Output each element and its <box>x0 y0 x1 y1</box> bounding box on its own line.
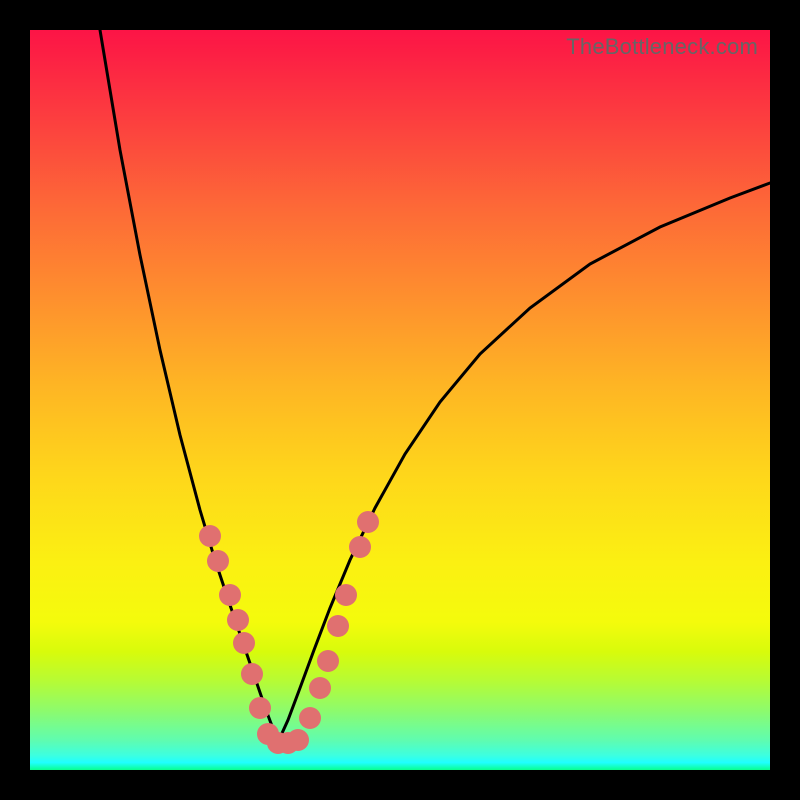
bead-point <box>249 697 271 719</box>
bead-point <box>357 511 379 533</box>
plot-area: TheBottleneck.com <box>30 30 770 770</box>
bead-point <box>335 584 357 606</box>
bead-point <box>327 615 349 637</box>
bead-point <box>219 584 241 606</box>
bead-point <box>207 550 229 572</box>
bead-point <box>199 525 221 547</box>
bead-point <box>309 677 331 699</box>
bead-point <box>227 609 249 631</box>
chart-frame: TheBottleneck.com <box>0 0 800 800</box>
bead-point <box>349 536 371 558</box>
bead-point <box>299 707 321 729</box>
curve-layer <box>30 30 770 770</box>
bead-point <box>317 650 339 672</box>
bead-point <box>233 632 255 654</box>
bead-point <box>287 729 309 751</box>
curve-right-branch <box>278 183 770 742</box>
bead-point <box>241 663 263 685</box>
